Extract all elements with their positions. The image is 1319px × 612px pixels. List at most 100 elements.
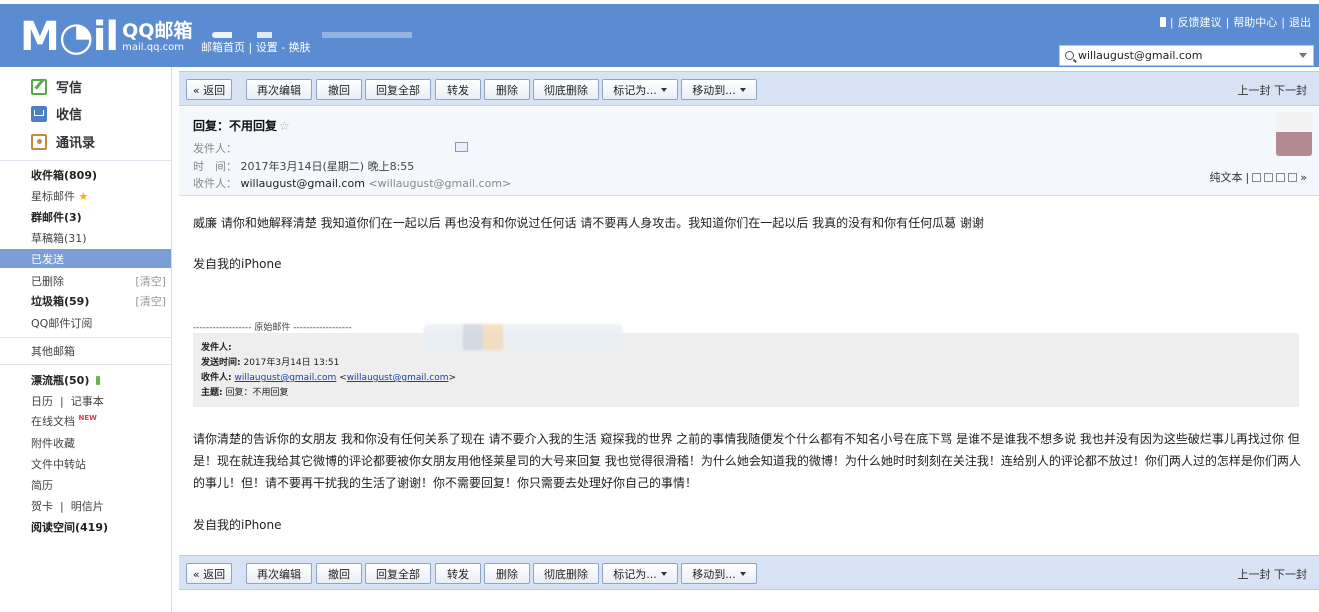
address-card-icon[interactable] [455, 142, 468, 152]
separator: | [56, 395, 68, 408]
sidebar-item-inbox[interactable]: 收件箱(809) [31, 167, 166, 183]
contacts-label: 通讯录 [56, 136, 96, 151]
cards-link[interactable]: 贺卡 [31, 500, 53, 513]
deleted-label: 已删除 [31, 275, 64, 288]
receive-label: 收信 [56, 108, 83, 123]
nav-skin[interactable]: 换肤 [289, 41, 311, 54]
receive-mail-button[interactable]: 收信 [31, 104, 82, 123]
mail-toolbar-bottom: « 返回 再次编辑 撤回 回复全部 转发 删除 彻底删除 标记为... 移动到.… [179, 555, 1319, 590]
nav-settings[interactable]: 设置 [256, 41, 278, 54]
clear-junk-link[interactable]: [清空] [135, 293, 166, 309]
chevron-down-icon [1299, 53, 1307, 58]
link-separator: | [1281, 15, 1285, 29]
mark-as-dropdown[interactable]: 标记为... [602, 79, 678, 100]
sidebar-item-deleted[interactable]: 已删除 [清空] [31, 273, 166, 289]
print-icon[interactable] [1288, 172, 1298, 182]
forward-button[interactable]: 转发 [435, 79, 481, 100]
sidebar-item-resume[interactable]: 简历 [31, 477, 166, 493]
write-label: 写信 [56, 81, 83, 96]
starred-label: 星标邮件 [31, 190, 75, 203]
delete-button[interactable]: 删除 [484, 563, 530, 584]
sender-avatar[interactable] [1276, 112, 1312, 156]
recall-button[interactable]: 撤回 [316, 79, 362, 100]
help-center-link[interactable]: 帮助中心 [1233, 14, 1277, 30]
sidebar-item-reading[interactable]: 阅读空间(419) [31, 519, 166, 535]
postcards-link[interactable]: 明信片 [71, 500, 104, 513]
sidebar-item-subscriptions[interactable]: QQ邮件订阅 [31, 315, 166, 331]
move-to-label: 移动到... [692, 567, 736, 581]
account-search-select[interactable]: willaugust@gmail.com [1059, 45, 1314, 66]
reedit-button[interactable]: 再次编辑 [246, 563, 312, 584]
mail-subject: 回复：不用回复 ☆ [193, 117, 290, 134]
separator: | [56, 500, 68, 513]
orig-to-name-link[interactable]: willaugust@gmail.com [234, 373, 336, 383]
mark-as-dropdown[interactable]: 标记为... [602, 563, 678, 584]
sidebar-item-bottle[interactable]: 漂流瓶(50) [31, 372, 166, 388]
notes-link[interactable]: 记事本 [71, 395, 104, 408]
sidebar-item-group[interactable]: 群邮件(3) [31, 209, 166, 225]
orig-time-row: 发送时间: 2017年3月14日 13:51 [201, 356, 1291, 371]
move-to-dropdown[interactable]: 移动到... [681, 79, 757, 100]
mark-as-label: 标记为... [613, 567, 657, 581]
recipient-name[interactable]: willaugust@gmail.com [241, 177, 365, 190]
preview-icon[interactable] [1264, 172, 1274, 182]
sidebar-item-docs[interactable]: 在线文档 NEW [31, 413, 166, 429]
new-badge: NEW [78, 414, 97, 422]
recall-button[interactable]: 撤回 [316, 563, 362, 584]
prev-mail-link[interactable]: 上一封 [1238, 84, 1271, 97]
reply-all-button[interactable]: 回复全部 [365, 79, 431, 100]
write-mail-button[interactable]: 写信 [31, 77, 82, 96]
qq-mail-logo[interactable]: M◔il QQ邮箱 mail.qq.com [20, 16, 192, 58]
body-paragraph: 请你清楚的告诉你的女朋友 我和你没有任何关系了现在 请不要介入我的生活 窥探我的… [193, 432, 1301, 490]
feedback-link[interactable]: 反馈建议 [1178, 14, 1222, 30]
back-button[interactable]: « 返回 [186, 563, 232, 584]
chevron-down-icon[interactable]: » [1300, 171, 1307, 184]
sent-time: 2017年3月14日(星期二) 晚上8:55 [240, 160, 415, 173]
time-label: 时 间： [193, 160, 237, 173]
next-mail-link[interactable]: 下一封 [1274, 568, 1307, 581]
mail-toolbar-top: « 返回 再次编辑 撤回 回复全部 转发 删除 彻底删除 标记为... 移动到.… [179, 71, 1319, 106]
move-to-dropdown[interactable]: 移动到... [681, 563, 757, 584]
phone-icon[interactable] [1159, 17, 1166, 27]
chevron-down-icon [739, 571, 746, 576]
new-window-icon[interactable] [1252, 172, 1262, 182]
orig-subject-label: 主题: [201, 388, 223, 398]
forward-button[interactable]: 转发 [435, 563, 481, 584]
sidebar-item-attachments[interactable]: 附件收藏 [31, 435, 166, 451]
plain-text-link[interactable]: 纯文本 [1210, 169, 1243, 185]
orig-subject-row: 主题: 回复：不用回复 [201, 386, 1291, 401]
orig-time: 2017年3月14日 13:51 [243, 358, 340, 368]
calendar-link[interactable]: 日历 [31, 395, 53, 408]
reedit-button[interactable]: 再次编辑 [246, 79, 312, 100]
home-icon[interactable] [1276, 172, 1286, 182]
orig-subject: 回复：不用回复 [225, 388, 289, 398]
account-email: willaugust@gmail.com [1078, 49, 1203, 62]
redacted-sender-info [423, 324, 623, 350]
star-outline-icon[interactable]: ☆ [279, 119, 290, 133]
prev-mail-link[interactable]: 上一封 [1238, 568, 1271, 581]
permanent-delete-button[interactable]: 彻底删除 [533, 79, 599, 100]
nav-mail-home[interactable]: 邮箱首页 [201, 41, 245, 54]
sidebar-item-sent[interactable] [0, 249, 171, 268]
permanent-delete-button[interactable]: 彻底删除 [533, 563, 599, 584]
sidebar-item-drafts[interactable]: 草稿箱(31) [31, 230, 166, 246]
back-button[interactable]: « 返回 [186, 79, 232, 100]
reply-all-button[interactable]: 回复全部 [365, 563, 431, 584]
delete-button[interactable]: 删除 [484, 79, 530, 100]
separator: | [1245, 170, 1250, 184]
contacts-icon [31, 133, 47, 150]
sidebar-item-other-mail[interactable]: 其他邮箱 [31, 343, 166, 359]
sidebar-item-starred[interactable]: 星标邮件 ★ [31, 188, 166, 204]
contacts-button[interactable]: 通讯录 [31, 132, 95, 151]
redacted-username [212, 32, 422, 38]
logout-link[interactable]: 退出 [1289, 14, 1311, 30]
body-paragraph: 威廉 请你和她解释清楚 我知道你们在一起以后 再也没有和你说过任何话 请不要再人… [193, 216, 984, 230]
sidebar-item-file-transfer[interactable]: 文件中转站 [31, 456, 166, 472]
move-to-label: 移动到... [692, 83, 736, 97]
orig-to-address-link[interactable]: willaugust@gmail.com [347, 373, 449, 383]
sidebar-item-junk[interactable]: 垃圾箱(59) [清空] [31, 293, 166, 309]
link-separator: | [1225, 15, 1230, 29]
clear-deleted-link[interactable]: [清空] [135, 273, 166, 289]
next-mail-link[interactable]: 下一封 [1274, 84, 1307, 97]
bottle-label: 漂流瓶(50) [31, 374, 90, 387]
